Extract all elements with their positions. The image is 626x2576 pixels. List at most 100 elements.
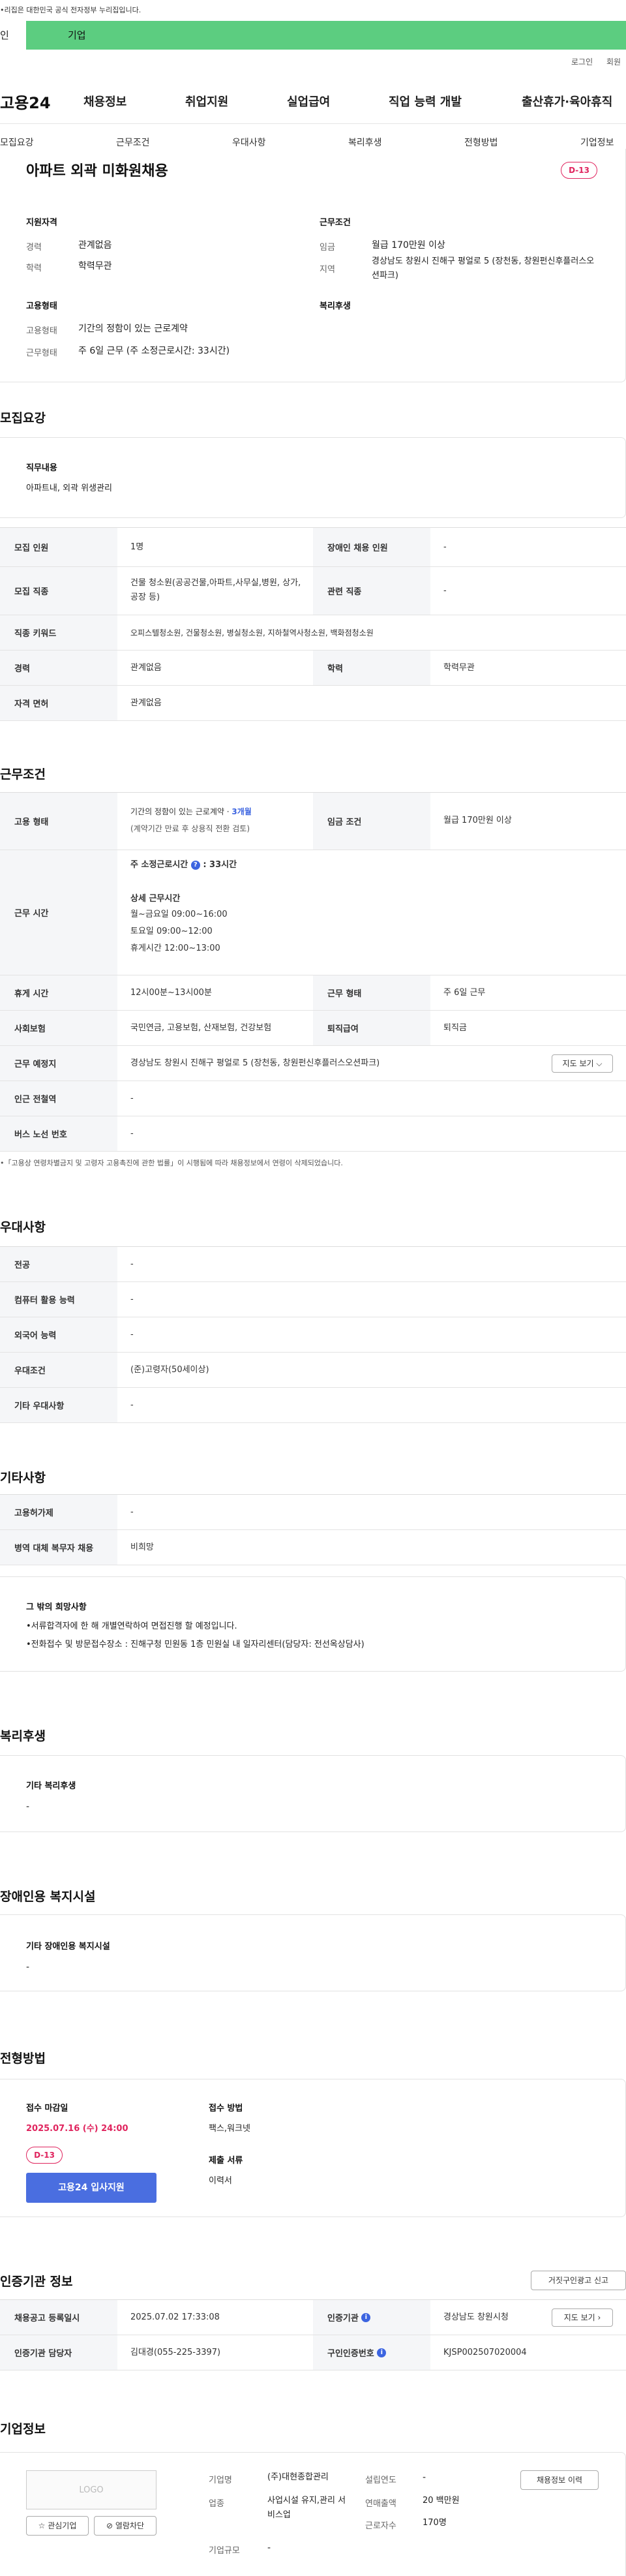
block-view-button[interactable]: ⊘ 열람차단 xyxy=(94,2516,156,2536)
info-icon[interactable]: ? xyxy=(190,860,200,870)
severance-value: 퇴직금 xyxy=(443,1023,467,1033)
hope-line-2: •전화접수 및 방문접수장소 : 진해구청 민원동 1층 민원실 내 일자리센터… xyxy=(26,1640,365,1649)
related-value: - xyxy=(443,586,447,596)
cert-number-value: KJSP002507020004 xyxy=(443,2348,527,2357)
disabled-count-label: 장애인 채용 인원 xyxy=(313,528,430,566)
reg-date-label: 채용공고 등록일시 xyxy=(0,2300,117,2335)
site-logo[interactable]: 고용24 xyxy=(0,90,51,113)
gov-notice: •리집은 대한민국 공식 전자정부 누리집입니다. xyxy=(0,0,626,21)
station-label: 인근 전철역 xyxy=(0,1081,117,1116)
duty-card xyxy=(0,437,626,518)
cond-title: 근무조건 xyxy=(320,218,351,228)
permit-value: - xyxy=(130,1507,134,1517)
reg-date-value: 2025.07.02 17:33:08 xyxy=(130,2312,220,2322)
license-label: 자격 면허 xyxy=(0,686,117,720)
gnb-item-leave[interactable]: 출산휴가·육아휴직 xyxy=(522,93,612,110)
method-label: 접수 방법 xyxy=(209,2104,243,2113)
etc-section-title: 기타사항 xyxy=(0,1471,46,1485)
snav-company[interactable]: 기업정보 xyxy=(580,136,614,149)
snav-welfare[interactable]: 복리후생 xyxy=(348,136,382,149)
cert-section-title: 인증기관 정보 xyxy=(0,2275,73,2289)
founded-label: 설립연도 xyxy=(365,2476,396,2485)
process-section-title: 전형방법 xyxy=(0,2051,46,2066)
false-ad-report-button[interactable]: 거짓구인광고 신고 xyxy=(531,2271,626,2290)
permit-label: 고용허가제 xyxy=(0,1495,117,1529)
info-icon[interactable]: i xyxy=(377,2348,387,2357)
language-value: - xyxy=(130,1330,134,1340)
pref-cond-value: (준)고령자(50세이상) xyxy=(130,1365,209,1375)
military-value: 비희망 xyxy=(130,1542,154,1552)
bus-label: 버스 노선 번호 xyxy=(0,1116,117,1151)
login-link[interactable]: 로그인 xyxy=(571,56,593,67)
snav-recruit[interactable]: 모집요강 xyxy=(0,136,34,149)
count-label: 모집 인원 xyxy=(0,528,117,566)
gnb-item-support[interactable]: 취업지원 xyxy=(185,93,228,110)
duty-value: 아파트내, 외곽 위생관리 xyxy=(26,483,112,493)
industry-value: 사업시설 유지,관리 서비스업 xyxy=(267,2496,346,2520)
disabled-card xyxy=(0,1914,626,1991)
worktype-value: 주 6일 근무 (주 소정근로시간: 33시간) xyxy=(78,346,230,356)
rest-label: 휴게 시간 xyxy=(0,975,117,1010)
hope-title: 그 밖의 희망사항 xyxy=(26,1602,87,1612)
job-value: 건물 청소원(공공건물,아파트,사무실,병원, 상가,공장 등) xyxy=(130,578,301,602)
detail-hours-3: 휴게시간 12:00~13:00 xyxy=(130,943,220,953)
age-notice: •「고용상 연령차별금지 및 고령자 고용촉진에 관한 법률」이 시행됨에 따라… xyxy=(0,1159,343,1167)
snav-workcond[interactable]: 근무조건 xyxy=(116,136,150,149)
apply-button[interactable]: 고용24 입사지원 xyxy=(26,2173,156,2203)
major-value: - xyxy=(130,1259,134,1269)
job-label: 모집 직종 xyxy=(0,567,117,615)
tab-personal[interactable]: 인 xyxy=(0,21,26,50)
keyword-label: 직종 키워드 xyxy=(0,615,117,650)
weekly-hours: 주 소정근로시간 ? : 33시간 xyxy=(130,858,237,872)
tab-company[interactable]: 기업 xyxy=(26,21,626,50)
gnb-item-unemployment[interactable]: 실업급여 xyxy=(287,93,330,110)
disabled-value: - xyxy=(26,1962,30,1972)
emp-type-label: 고용 형태 xyxy=(0,793,117,850)
major-label: 전공 xyxy=(0,1247,117,1281)
snav-process[interactable]: 전형방법 xyxy=(464,136,498,149)
edu-label-row: 학력 xyxy=(313,651,430,685)
signup-link[interactable]: 회원 xyxy=(606,56,621,67)
region-label: 지역 xyxy=(320,265,335,275)
deadline-value: 2025.07.16 (수) 24:00 xyxy=(26,2124,128,2134)
staff-label: 근로자수 xyxy=(365,2521,396,2531)
deadline-label: 접수 마감일 xyxy=(26,2104,68,2113)
emp-value: 기간의 정함이 있는 근로계약 xyxy=(78,324,188,334)
snav-pref[interactable]: 우대사항 xyxy=(232,136,266,149)
emp-type-note: (계약기간 만료 후 상용직 전환 검토) xyxy=(130,824,250,833)
user-type-tabs: 인 기업 xyxy=(0,21,626,50)
cert-org-label: 인증기관 xyxy=(327,2314,359,2323)
recruit-history-button[interactable]: 채용정보 이력 xyxy=(520,2470,599,2490)
gnb-item-training[interactable]: 직업 능력 개발 xyxy=(389,93,462,110)
staff-value: 170명 xyxy=(423,2518,447,2528)
qual-title: 지원자격 xyxy=(26,218,57,228)
region-value: 경상남도 창원시 진해구 평얼로 5 (장천동, 창원펀신후플러스오션파크) xyxy=(372,256,595,281)
favorite-company-button[interactable]: ☆ 관심기업 xyxy=(26,2516,89,2536)
edu-value-row: 학력무관 xyxy=(443,663,475,673)
dday-badge: D-13 xyxy=(561,162,597,179)
map-view-button[interactable]: 지도 보기 ⌵ xyxy=(552,1054,613,1073)
wage-cond-label: 임금 조건 xyxy=(313,793,430,850)
industry-label: 업종 xyxy=(209,2499,224,2509)
cert-table: 채용공고 등록일시 2025.07.02 17:33:08 인증기관 i 경상남… xyxy=(0,2299,626,2372)
work-type-value: 주 6일 근무 xyxy=(443,988,486,998)
computer-label: 컴퓨터 활용 능력 xyxy=(0,1282,117,1317)
company-size-value: - xyxy=(267,2543,271,2553)
info-icon[interactable]: i xyxy=(361,2312,371,2322)
rest-value: 12시00분~13시00분 xyxy=(130,988,212,998)
hope-line-1: •서류합격자에 한 해 개별연락하여 면접진행 할 예정입니다. xyxy=(26,1621,237,1631)
job-title: 아파트 외곽 미화원채용 xyxy=(26,163,168,179)
bus-value: - xyxy=(130,1129,134,1139)
company-logo: LOGO xyxy=(26,2470,156,2509)
workcond-section-title: 근무조건 xyxy=(0,767,46,782)
career-label-row: 경력 xyxy=(0,651,117,685)
disabled-section-title: 장애인용 복지시설 xyxy=(0,1890,96,1904)
welfare-sub: 기타 복리후생 xyxy=(26,1781,76,1791)
place-label: 근무 예정지 xyxy=(0,1046,117,1081)
cert-number-label: 구인인증번호 xyxy=(327,2349,374,2359)
cert-map-button[interactable]: 지도 보기 › xyxy=(552,2308,613,2327)
emp-type-text: 기간의 정함이 있는 근로계약 · xyxy=(130,807,232,816)
founded-value: - xyxy=(423,2472,426,2483)
gnb-item-jobs[interactable]: 채용정보 xyxy=(83,93,127,110)
severance-label: 퇴직급여 xyxy=(313,1011,430,1045)
